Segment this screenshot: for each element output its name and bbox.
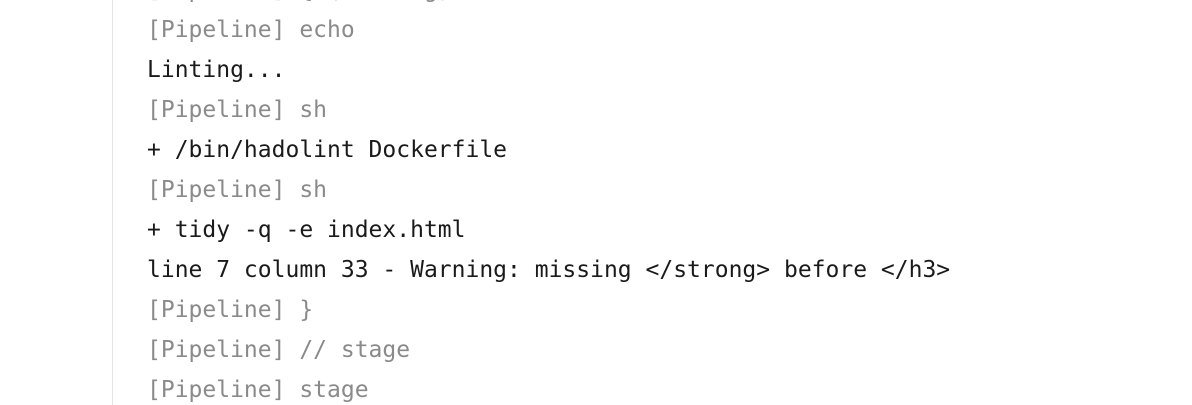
console-output: [Pipeline] { (Linting) [Pipeline] echo L… [112,0,1192,405]
console-line-tidy-warning: line 7 column 33 - Warning: missing </st… [147,257,951,283]
console-line-pipeline-close: [Pipeline] } [147,297,314,323]
console-line-pipeline-sh: [Pipeline] sh [147,97,328,123]
console-line-hadolint-command: + /bin/hadolint Dockerfile [147,137,508,163]
console-line-linting: Linting... [147,57,286,83]
console-line-pipeline-sh: [Pipeline] sh [147,177,328,203]
console-line-pipeline-stage-start: [Pipeline] { (Linting) [147,0,1192,10]
console-line-tidy-command: + tidy -q -e index.html [147,217,466,243]
console-line-pipeline-echo: [Pipeline] echo [147,17,355,43]
console-line-pipeline-stage: [Pipeline] stage [147,377,369,403]
console-line-pipeline-stage-comment: [Pipeline] // stage [147,337,411,363]
console-lines: [Pipeline] { (Linting) [Pipeline] echo L… [147,0,1192,405]
